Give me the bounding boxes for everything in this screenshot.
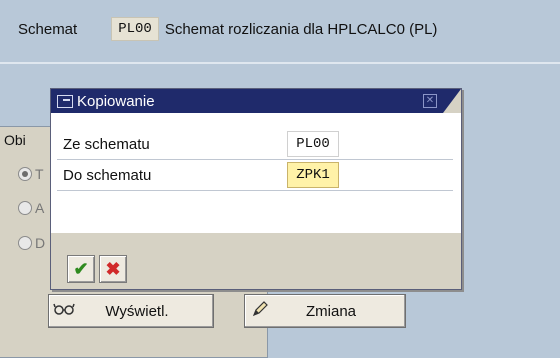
display-button-label: Wyświetl.	[105, 302, 169, 320]
field-row-target: Do schematu ZPK1	[57, 160, 453, 191]
schema-row: Schemat PL00 Schemat rozliczania dla HPL…	[18, 14, 437, 44]
schema-label: Schemat	[18, 20, 78, 38]
target-schema-input[interactable]: ZPK1	[287, 162, 339, 188]
dialog-titlebar[interactable]: Kopiowanie ✕	[51, 89, 461, 113]
radio-button[interactable]	[18, 236, 32, 250]
close-icon[interactable]: ✕	[423, 94, 437, 108]
dialog-content: Ze schematu PL00 Do schematu ZPK1	[51, 113, 461, 233]
radio-label: A	[35, 200, 45, 216]
pencil-icon	[245, 300, 275, 323]
dialog-window-icon	[57, 95, 73, 108]
confirm-button[interactable]: ✔	[67, 255, 95, 283]
glasses-icon	[49, 301, 79, 321]
dialog-footer: ✔ ✖	[51, 233, 461, 289]
radio-label: D	[35, 235, 46, 251]
radio-option-3[interactable]: D	[18, 235, 45, 251]
dialog-title: Kopiowanie	[77, 92, 155, 110]
radio-button[interactable]	[18, 201, 32, 215]
groupbox-title: Obi	[4, 132, 26, 148]
field-row-source: Ze schematu PL00	[57, 129, 453, 160]
copy-dialog: Kopiowanie ✕ Ze schematu PL00 Do schemat…	[50, 88, 462, 290]
change-button-label: Zmiana	[305, 302, 357, 320]
target-schema-label: Do schematu	[63, 166, 152, 184]
schema-description: Schemat rozliczania dla HPLCALC0 (PL)	[164, 20, 438, 38]
source-schema-field: PL00	[287, 131, 339, 157]
change-button[interactable]: Zmiana	[244, 294, 406, 328]
radio-option-1[interactable]: T	[18, 166, 44, 182]
display-button[interactable]: Wyświetl.	[48, 294, 214, 328]
source-schema-label: Ze schematu	[63, 135, 150, 153]
checkmark-icon: ✔	[73, 258, 89, 279]
radio-option-2[interactable]: A	[18, 200, 44, 216]
cancel-button[interactable]: ✖	[99, 255, 127, 283]
radio-label: T	[35, 166, 44, 182]
cancel-icon: ✖	[105, 258, 121, 279]
schema-code-field[interactable]: PL00	[111, 17, 159, 41]
radio-button[interactable]	[18, 167, 32, 181]
separator-line	[0, 62, 560, 64]
